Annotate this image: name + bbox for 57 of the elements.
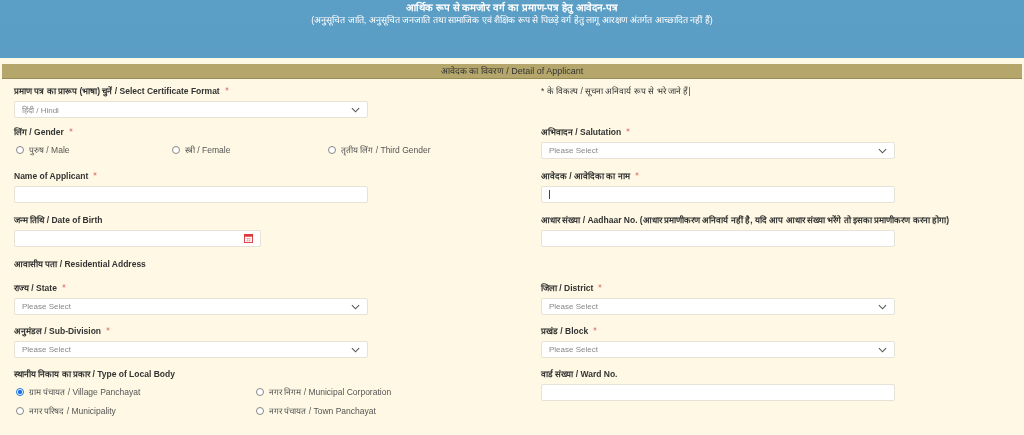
select-placeholder: Please Select [22,302,72,311]
section-title: आवेदक का विवरण / Detail of Applicant [440,66,584,76]
field-label: जिला / District [541,282,594,294]
input-field[interactable] [541,384,895,401]
chevron-down-icon [878,346,887,353]
radio-label[interactable]: पुरुष / Male [29,144,70,155]
field-label: लिंग / Gender [14,126,64,138]
chevron-down-icon [351,106,360,113]
form-subtitle: (अनुसूचित जाति, अनुसूचित जनजाति तथा सामाजिक एवं शैक्षिक रूप से पिछड़े वर्ग हेतु लागू आरक्षण अंतर्गत आच्छादित नहीं हैं) [311,14,713,26]
radio-button[interactable] [16,406,24,415]
select-field[interactable]: Please Select [14,298,368,315]
radio-label[interactable]: तृतीय लिंग / Third Gender [341,144,431,155]
radio-button[interactable] [172,145,180,154]
subheading: आवासीय पता / Residential Address [14,258,147,270]
radio-label[interactable]: नगर परिषद / Municipality [29,405,116,416]
radio-label[interactable]: नगर पंचायत / Town Panchayat [269,405,376,416]
radio-label[interactable]: नगर निगम / Municipal Corporation [269,386,392,397]
chevron-down-icon [878,147,887,154]
select-field[interactable]: Please Select [541,298,895,315]
field-label: प्रखंड / Block [541,325,589,337]
field-label: आधार संख्या / Aadhaar No. (आधार प्रमाणीकरण अनिवार्य नहीं है, यदि आप आधार संख्या भरेंगे तो इसका प्रमाणीकरण करना होगा) [541,214,949,226]
text-cursor [549,190,550,199]
field-label: Name of Applicant [14,170,89,182]
input-field[interactable] [541,230,895,247]
radio-button[interactable] [16,145,24,154]
select-field[interactable]: हिंदी / Hindi [14,101,368,118]
select-placeholder: Please Select [549,345,599,354]
radio-label[interactable]: स्त्री / Female [185,144,231,155]
chevron-down-icon [878,303,887,310]
field-label: राज्य / State [14,282,57,294]
select-placeholder: Please Select [549,302,599,311]
field-label: वार्ड संख्या / Ward No. [541,368,618,380]
radio-label[interactable]: ग्राम पंचायत / Village Panchayat [29,386,141,397]
radio-button[interactable] [256,387,264,396]
select-field[interactable]: Please Select [541,142,895,159]
radio-button[interactable] [328,145,336,154]
required-note: * के विकल्प / सूचना अनिवार्य रूप से भरे जाने हैं| [541,85,692,97]
select-field[interactable]: Please Select [541,341,895,358]
field-label: अभिवादन / Salutation [541,126,622,138]
select-field[interactable]: Please Select [14,341,368,358]
field-label: जन्म तिथि / Date of Birth [14,214,103,226]
select-value: हिंदी / Hindi [22,104,60,115]
calendar-icon[interactable] [244,234,253,243]
select-placeholder: Please Select [549,146,599,155]
field-label: प्रमाण पत्र का प्रारूप (भाषा) चुनें / Select Certificate Format [14,85,220,97]
field-label: आवेदक / आवेदिका का नाम [541,170,630,182]
radio-button[interactable] [16,387,24,396]
field-label: अनुमंडल / Sub-Division [14,325,102,337]
select-placeholder: Please Select [22,345,72,354]
date-field[interactable] [14,230,261,247]
radio-button[interactable] [256,406,264,415]
field-label: स्थानीय निकाय का प्रकार / Type of Local Body [14,368,175,380]
form-title: आर्थिक रूप से कमजोर वर्ग का प्रमाण-पत्र हेतु आवेदन-पत्र [406,1,618,14]
chevron-down-icon [351,303,360,310]
chevron-down-icon [351,346,360,353]
input-field[interactable] [14,186,368,203]
input-field[interactable] [541,186,895,203]
